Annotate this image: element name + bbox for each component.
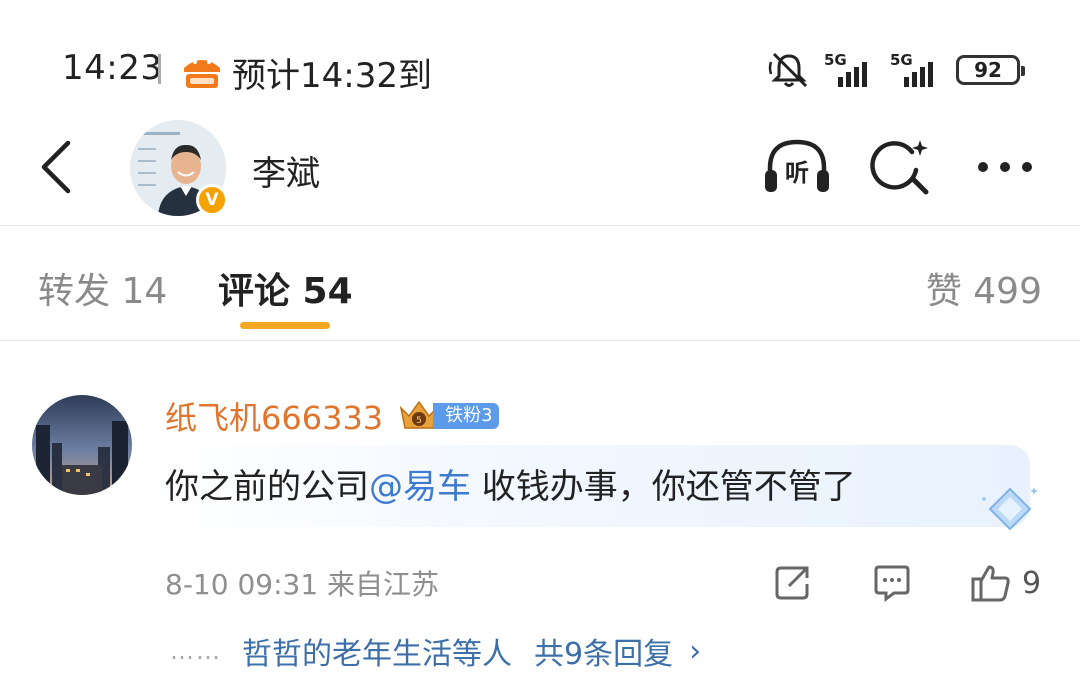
- like-button[interactable]: 9: [970, 563, 1041, 603]
- battery-level: 92: [974, 58, 1002, 82]
- signal-icon: 5G: [890, 51, 942, 87]
- tab-comment[interactable]: 评论 54: [218, 262, 353, 314]
- diamond-decoration-icon: [982, 487, 1038, 531]
- fan-badge[interactable]: 5 铁粉3: [397, 400, 499, 431]
- back-icon: [41, 140, 71, 194]
- reply-button[interactable]: [872, 563, 912, 603]
- verified-badge: V: [196, 184, 228, 216]
- share-icon: [775, 566, 809, 600]
- search-button[interactable]: [866, 132, 936, 202]
- thumbs-up-icon: [971, 565, 1010, 602]
- comment-item: 纸飞机666333 5 铁粉3 你之前的公司@易车 收钱办事，你还管不管了 8-…: [0, 341, 1080, 700]
- reply-dots: ……: [170, 637, 222, 665]
- more-icon: [978, 162, 1032, 172]
- chevron-right-icon: ›: [689, 633, 702, 669]
- signal-icon: 5G: [824, 51, 876, 87]
- post-tabs: 转发 14 评论 54 赞 499: [0, 226, 1080, 340]
- author-avatar-button[interactable]: V: [130, 120, 228, 216]
- comment-actions: 9: [0, 563, 1080, 607]
- commenter-name[interactable]: 纸飞机666333: [165, 393, 383, 439]
- search-icon: [870, 140, 929, 195]
- comment-text-start: 你之前的公司: [165, 467, 369, 507]
- mute-icon: [768, 52, 808, 88]
- food-delivery-icon: [184, 60, 220, 88]
- listen-label: 听: [785, 159, 809, 187]
- mention-link[interactable]: @易车: [369, 467, 471, 507]
- tab-repost[interactable]: 转发 14: [38, 262, 167, 314]
- header-actions: 听: [762, 132, 1040, 202]
- post-header: V 李斌 听: [0, 112, 1080, 224]
- comment-text: 你之前的公司@易车 收钱办事，你还管不管了: [165, 459, 856, 508]
- status-time: 14:23: [62, 48, 163, 88]
- status-eta-text: 预计14:32到: [232, 56, 432, 96]
- svg-text:5: 5: [416, 416, 422, 426]
- fan-badge-label: 铁粉3: [433, 403, 499, 429]
- active-tab-indicator: [240, 322, 330, 329]
- tab-like[interactable]: 赞 499: [926, 262, 1042, 314]
- reply-users: 哲哲的老年生活等人: [242, 637, 512, 672]
- comment-icon: [874, 565, 910, 602]
- commenter-avatar[interactable]: [32, 395, 132, 495]
- view-replies-link[interactable]: …… 哲哲的老年生活等人 共9条回复 ›: [170, 629, 701, 673]
- back-button[interactable]: [30, 134, 80, 200]
- like-count: 9: [1022, 565, 1042, 601]
- status-bar: 14:23 预计14:32到 5G 5G 92: [0, 0, 1080, 130]
- commenter-name-row: 纸飞机666333 5 铁粉3: [165, 393, 499, 439]
- comment-text-end: 收钱办事，你还管不管了: [471, 467, 856, 507]
- more-button[interactable]: [970, 132, 1040, 202]
- status-right-icons: 5G 5G 92: [768, 50, 1025, 90]
- author-name[interactable]: 李斌: [252, 146, 320, 195]
- listen-button[interactable]: 听: [762, 132, 832, 202]
- reply-count: 共9条回复: [534, 637, 674, 672]
- share-button[interactable]: [773, 563, 813, 603]
- listen-icon: 听: [765, 139, 829, 192]
- avatar-image: [32, 395, 132, 495]
- status-separator: [158, 54, 161, 84]
- battery-icon: 92: [956, 55, 1025, 85]
